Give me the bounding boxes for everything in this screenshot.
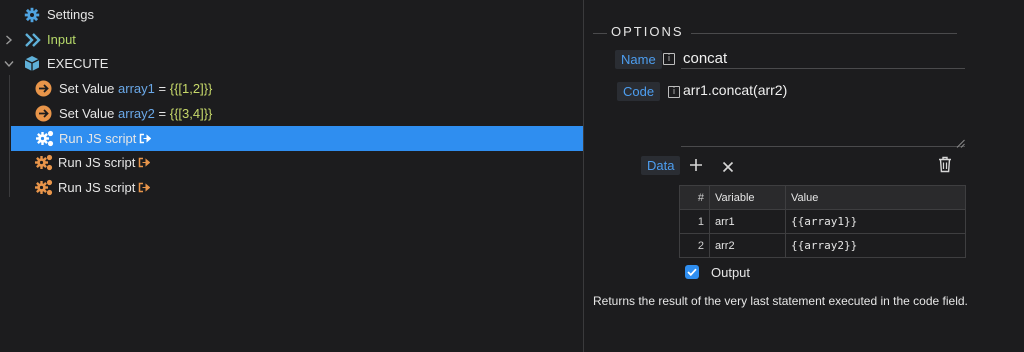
row-number: 1 (679, 209, 710, 234)
gears-icon (34, 153, 54, 172)
options-panel: OPTIONS Name i concat Code i arr1.concat… (584, 0, 1024, 352)
options-rule-right (691, 33, 957, 34)
tree-item-label: Settings (47, 7, 94, 22)
tree-item-execute[interactable]: EXECUTE (0, 51, 583, 76)
step-param-name: array2 (118, 106, 155, 121)
arrow-circle-icon (35, 80, 52, 97)
chevron-down-icon[interactable] (3, 58, 15, 70)
output-arrow-icon (138, 157, 150, 168)
step-action: Set Value (59, 81, 115, 96)
output-description: Returns the result of the very last stat… (593, 294, 968, 308)
gears-icon (35, 129, 55, 148)
value-cell[interactable]: {{array2}} (785, 233, 966, 258)
tree-item-label: EXECUTE (47, 56, 109, 71)
close-icon[interactable] (722, 158, 734, 176)
trash-icon[interactable] (938, 156, 952, 176)
gear-icon (24, 7, 40, 23)
resize-handle-icon[interactable] (956, 136, 965, 148)
code-label: Code (617, 82, 661, 101)
step-action: Set Value (59, 106, 115, 121)
step-run-js-script[interactable]: Run JS script (0, 150, 583, 175)
add-icon[interactable] (689, 157, 703, 175)
tree-item-settings[interactable]: Settings (0, 2, 583, 27)
table-row[interactable]: 1 arr1 {{array1}} (679, 209, 966, 234)
table-header-row: # Variable Value (679, 185, 966, 210)
step-equals: = (154, 106, 170, 121)
tree-item-label: Input (47, 32, 76, 47)
name-field[interactable]: concat (683, 50, 727, 67)
output-checkbox[interactable] (685, 265, 699, 279)
chevron-right-icon[interactable] (3, 34, 15, 46)
step-label: Run JS script (59, 131, 137, 146)
step-set-value-array2[interactable]: Set Value array2 = {{[3,4]}} (0, 101, 583, 126)
step-param-value: {{[1,2]}} (169, 81, 213, 96)
step-run-js-script-selected[interactable]: Run JS script (11, 126, 583, 151)
output-arrow-icon (139, 133, 151, 144)
step-param-value: {{[3,4]}} (169, 106, 213, 121)
tree-item-input[interactable]: Input (0, 27, 583, 52)
step-label: Run JS script (58, 155, 136, 170)
step-param-name: array1 (118, 81, 155, 96)
table-row[interactable]: 2 arr2 {{array2}} (679, 233, 966, 258)
code-editor[interactable]: arr1.concat(arr2) (683, 82, 787, 98)
step-equals: = (154, 81, 170, 96)
step-run-js-script[interactable]: Run JS script (0, 175, 583, 200)
code-editor-underline (681, 146, 965, 147)
step-label: Set Value array2 = {{[3,4]}} (59, 106, 212, 121)
step-label: Run JS script (58, 180, 136, 195)
arrow-circle-icon (35, 105, 52, 122)
double-chevron-icon (24, 32, 42, 48)
variable-cell[interactable]: arr1 (709, 209, 786, 234)
options-title: OPTIONS (611, 24, 684, 39)
gears-icon (34, 178, 54, 197)
variable-cell[interactable]: arr2 (709, 233, 786, 258)
name-label: Name (615, 50, 662, 69)
row-number: 2 (679, 233, 710, 258)
info-icon[interactable]: i (663, 53, 675, 65)
step-label: Set Value array1 = {{[1,2]}} (59, 81, 212, 96)
data-label: Data (641, 156, 681, 175)
workflow-tree: Settings Input EXECUTE Set Value array1 … (0, 0, 583, 352)
column-header-value: Value (785, 185, 966, 210)
data-table: # Variable Value 1 arr1 {{array1}} 2 arr… (679, 185, 966, 258)
column-header-number: # (679, 185, 710, 210)
info-icon[interactable]: i (668, 86, 680, 98)
value-cell[interactable]: {{array1}} (785, 209, 966, 234)
check-icon (687, 268, 697, 276)
options-rule-left (593, 33, 607, 34)
name-field-underline (681, 68, 965, 69)
cube-icon (24, 55, 40, 72)
output-arrow-icon (138, 182, 150, 193)
step-set-value-array1[interactable]: Set Value array1 = {{[1,2]}} (0, 76, 583, 101)
output-label[interactable]: Output (711, 265, 750, 280)
column-header-variable: Variable (709, 185, 786, 210)
